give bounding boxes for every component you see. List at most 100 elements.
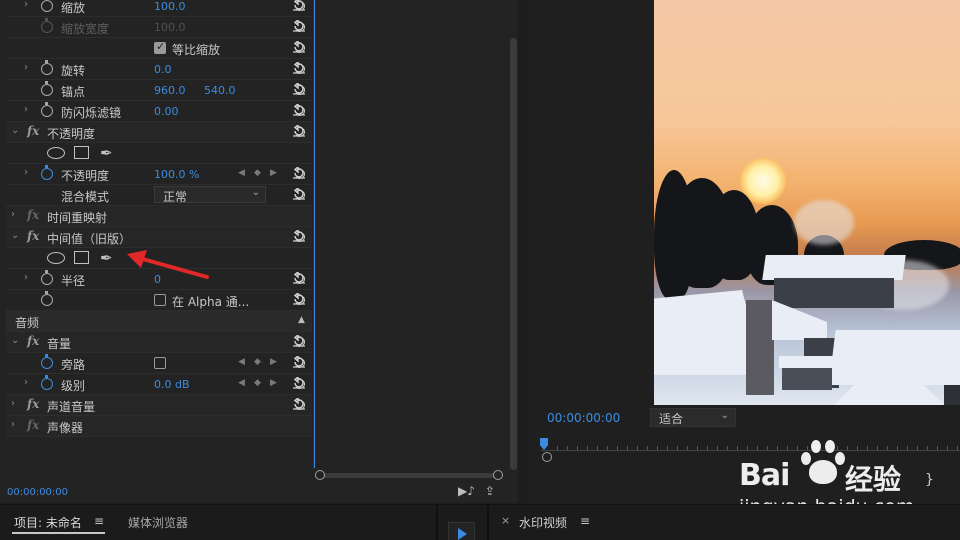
horizontal-zoom-scrollbar[interactable] xyxy=(315,469,507,481)
reset-icon[interactable] xyxy=(292,333,306,347)
audio-playback-icon[interactable]: ▶♪ xyxy=(458,484,475,498)
monitor-timecode[interactable]: 00:00:00:00 xyxy=(547,411,620,425)
monitor-playhead[interactable] xyxy=(540,438,548,450)
effect-header-panner[interactable]: › fx 声像器 xyxy=(6,416,312,437)
next-keyframe-icon[interactable]: ▶ xyxy=(270,378,277,388)
reset-icon[interactable] xyxy=(292,102,306,116)
scroll-handle-right[interactable] xyxy=(493,470,503,480)
reset-icon[interactable] xyxy=(292,0,306,11)
collapse-chevron-icon[interactable]: ⌄ xyxy=(11,230,21,241)
stopwatch-icon[interactable] xyxy=(41,165,53,180)
prev-keyframe-icon[interactable]: ◀ xyxy=(238,378,245,388)
effect-header-opacity[interactable]: ⌄ fx 不透明度 xyxy=(6,122,312,143)
uniform-scale-checkbox[interactable] xyxy=(154,40,166,54)
collapse-chevron-icon[interactable]: ⌄ xyxy=(11,335,21,346)
expand-chevron-icon[interactable]: › xyxy=(24,0,34,10)
stopwatch-icon[interactable] xyxy=(41,102,53,117)
collapse-up-icon[interactable]: ▲ xyxy=(298,315,305,325)
panel-menu-icon[interactable]: ≡ xyxy=(580,514,590,528)
prev-keyframe-icon[interactable]: ◀ xyxy=(238,168,245,178)
monitor-time-ruler[interactable] xyxy=(537,438,960,462)
reset-icon[interactable] xyxy=(292,39,306,53)
scrollbar-track[interactable] xyxy=(321,473,499,478)
bypass-checkbox[interactable] xyxy=(154,357,166,369)
vertical-scrollbar[interactable] xyxy=(509,0,518,470)
expand-chevron-icon[interactable]: › xyxy=(24,104,34,115)
property-value[interactable]: 100.0 % xyxy=(154,168,199,181)
effect-timeline-area[interactable] xyxy=(313,0,507,470)
anchor-x-value[interactable]: 960.0 xyxy=(154,84,186,97)
reset-icon[interactable] xyxy=(292,354,306,368)
property-value[interactable]: 0.0 dB xyxy=(154,378,190,391)
reset-icon[interactable] xyxy=(292,396,306,410)
next-keyframe-icon[interactable]: ▶ xyxy=(270,357,277,367)
reset-icon[interactable] xyxy=(292,228,306,242)
panel-divider[interactable] xyxy=(487,505,489,540)
expand-chevron-icon[interactable]: › xyxy=(24,62,34,73)
add-keyframe-icon[interactable]: ◆ xyxy=(254,378,261,388)
scroll-handle-left[interactable] xyxy=(315,470,325,480)
reset-icon[interactable] xyxy=(292,375,306,389)
effect-controls-timecode[interactable]: 00:00:00:00 xyxy=(7,487,68,498)
selection-tool-button[interactable] xyxy=(448,522,475,540)
stopwatch-icon[interactable] xyxy=(41,354,53,369)
ellipse-mask-icon[interactable] xyxy=(47,147,65,159)
effect-header-channel-volume[interactable]: › fx 声道音量 xyxy=(6,395,312,416)
tab-sequence[interactable]: 水印视频 xyxy=(519,514,567,531)
add-keyframe-icon[interactable]: ◆ xyxy=(254,168,261,178)
reset-icon[interactable] xyxy=(292,291,306,305)
scrollbar-thumb[interactable] xyxy=(510,38,517,470)
stopwatch-icon[interactable] xyxy=(41,0,53,12)
ellipse-mask-icon[interactable] xyxy=(47,252,65,264)
reset-icon[interactable] xyxy=(292,18,306,32)
playhead-line[interactable] xyxy=(314,0,315,468)
panel-menu-icon[interactable]: ≡ xyxy=(94,514,104,528)
pen-mask-icon[interactable]: ✒ xyxy=(100,249,113,267)
fx-icon[interactable]: fx xyxy=(27,208,39,222)
reset-icon[interactable] xyxy=(292,60,306,74)
tab-media-browser[interactable]: 媒体浏览器 xyxy=(128,514,188,531)
stopwatch-icon[interactable] xyxy=(41,291,53,306)
reset-icon[interactable] xyxy=(292,165,306,179)
fx-icon[interactable]: fx xyxy=(27,418,39,432)
effect-header-volume[interactable]: ⌄ fx 音量 xyxy=(6,332,312,353)
reset-icon[interactable] xyxy=(292,81,306,95)
reset-icon[interactable] xyxy=(292,270,306,284)
rectangle-mask-icon[interactable] xyxy=(74,251,89,264)
section-header-audio[interactable]: 音频 ▲ xyxy=(6,311,312,332)
fx-icon[interactable]: fx xyxy=(27,397,39,411)
property-value[interactable]: 0.00 xyxy=(154,105,179,118)
fx-icon[interactable]: fx xyxy=(27,229,39,243)
rectangle-mask-icon[interactable] xyxy=(74,146,89,159)
property-value[interactable]: 100.0 xyxy=(154,0,186,13)
monitor-scroll-handle[interactable] xyxy=(542,452,552,462)
expand-chevron-icon[interactable]: › xyxy=(24,272,34,283)
expand-chevron-icon[interactable]: › xyxy=(24,377,34,388)
tab-project[interactable]: 项目: 未命名 xyxy=(14,514,82,531)
anchor-y-value[interactable]: 540.0 xyxy=(204,84,236,97)
effect-header-time-remap[interactable]: › fx 时间重映射 xyxy=(6,206,312,227)
fx-icon[interactable]: fx xyxy=(27,124,39,138)
expand-chevron-icon[interactable]: › xyxy=(11,398,21,409)
reset-icon[interactable] xyxy=(292,186,306,200)
expand-chevron-icon[interactable]: › xyxy=(11,419,21,430)
pen-mask-icon[interactable]: ✒ xyxy=(100,144,113,162)
expand-chevron-icon[interactable]: › xyxy=(11,209,21,220)
prev-keyframe-icon[interactable]: ◀ xyxy=(238,357,245,367)
blend-mode-dropdown[interactable]: 正常 ⌄ xyxy=(154,186,266,204)
stopwatch-icon[interactable] xyxy=(41,81,53,96)
panel-divider[interactable] xyxy=(436,505,438,540)
next-keyframe-icon[interactable]: ▶ xyxy=(270,168,277,178)
stopwatch-icon[interactable] xyxy=(41,375,53,390)
collapse-chevron-icon[interactable]: ⌄ xyxy=(11,125,21,136)
stopwatch-icon[interactable] xyxy=(41,270,53,285)
add-keyframe-icon[interactable]: ◆ xyxy=(254,357,261,367)
alpha-channel-checkbox[interactable] xyxy=(154,294,166,306)
close-tab-icon[interactable]: × xyxy=(501,514,510,527)
fx-icon[interactable]: fx xyxy=(27,334,39,348)
reset-icon[interactable] xyxy=(292,123,306,137)
stopwatch-icon[interactable] xyxy=(41,60,53,75)
expand-chevron-icon[interactable]: › xyxy=(24,167,34,178)
export-icon[interactable]: ⇪ xyxy=(485,484,495,498)
zoom-fit-dropdown[interactable]: 适合 ⌄ xyxy=(650,408,736,427)
